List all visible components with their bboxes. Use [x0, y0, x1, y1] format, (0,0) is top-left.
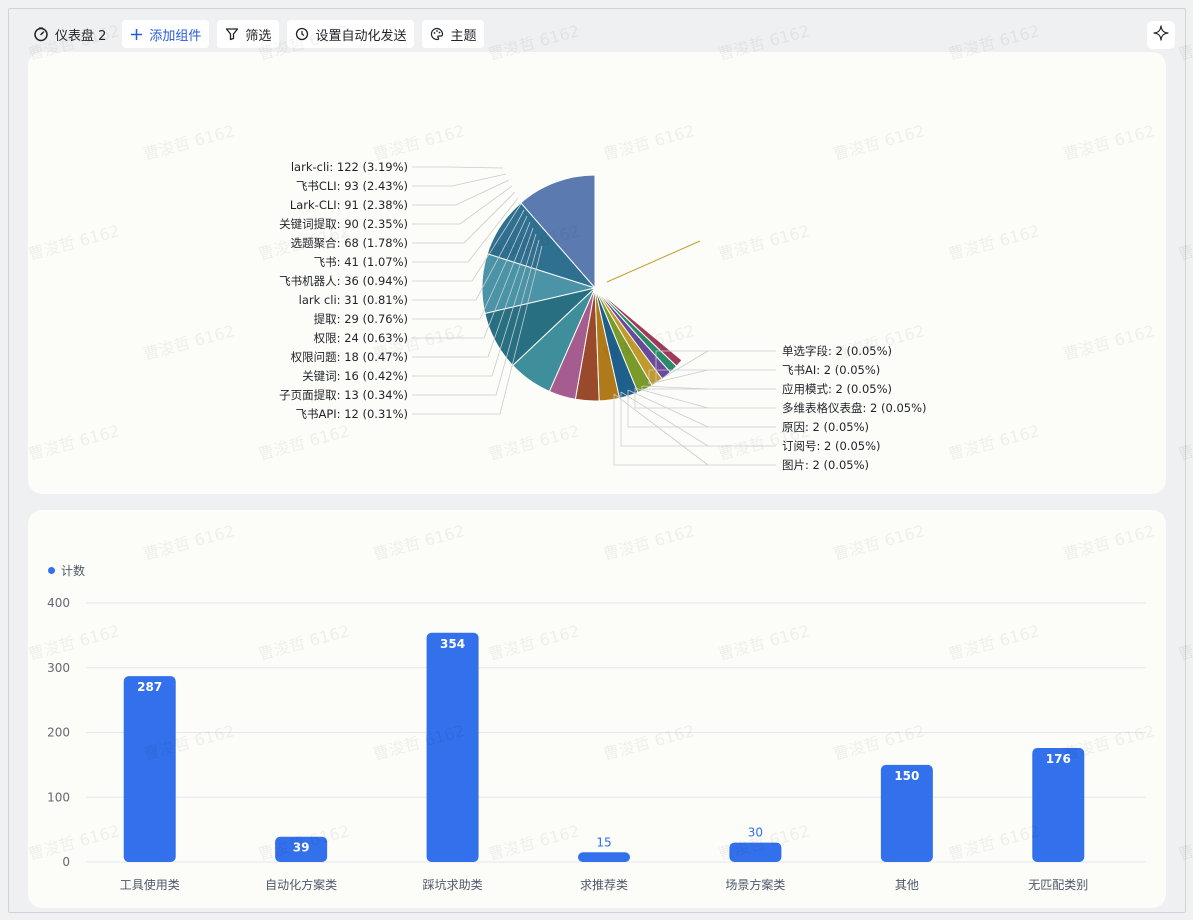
- automation-send-label: 设置自动化发送: [315, 28, 407, 44]
- bar-chart: 0 100 200 300 400 287 工具使用类 39 自动化方案类 354 踩坑求助类 15 求…: [47, 596, 1146, 892]
- y-tick-label: 400: [47, 596, 70, 610]
- pie-label: 选题聚合: 68 (1.78%): [291, 236, 408, 250]
- dashboard-title-button[interactable]: 仪表盘 2: [27, 20, 114, 48]
- automation-send-button[interactable]: 设置自动化发送: [287, 20, 415, 48]
- add-component-button[interactable]: 添加组件: [122, 20, 210, 48]
- pie-leader-line: [412, 166, 504, 169]
- ai-sparkle-button[interactable]: [1147, 21, 1175, 49]
- x-tick-label: 无匹配类别: [1028, 878, 1088, 892]
- pie-label: 提取: 29 (0.76%): [314, 312, 408, 326]
- palette-icon: [430, 27, 444, 41]
- legend-label: 计数: [61, 564, 86, 578]
- bar-chart-card[interactable]: 计数 0 100 200 300 400 287 工具使用类 39 自动化方案类 354 踩坑求助类…: [28, 510, 1166, 908]
- y-tick-label: 300: [47, 661, 70, 675]
- pie-label: 图片: 2 (0.05%): [782, 458, 869, 472]
- bar[interactable]: [729, 842, 782, 862]
- pie-label: 原因: 2 (0.05%): [782, 420, 869, 434]
- pie-label: 关键词: 16 (0.42%): [302, 369, 408, 383]
- pie-label: 关键词提取: 90 (2.35%): [279, 217, 408, 231]
- x-tick-label: 自动化方案类: [265, 877, 337, 892]
- pie-label: 权限: 24 (0.63%): [314, 331, 408, 345]
- pie-left-labels: lark-cli: 122 (3.19%) 飞书CLI: 93 (2.43%) La…: [279, 160, 543, 421]
- y-tick-label: 200: [47, 726, 70, 740]
- theme-label: 主题: [450, 28, 477, 44]
- bar-legend[interactable]: 计数: [48, 562, 85, 579]
- x-tick-label: 踩坑求助类: [423, 877, 483, 892]
- pie-label: 权限问题: 18 (0.47%): [291, 350, 408, 364]
- pie-label: 飞书API: 12 (0.31%): [295, 407, 408, 421]
- bar[interactable]: [123, 676, 176, 862]
- filter-button[interactable]: 筛选: [217, 20, 280, 48]
- x-tick-label: 其他: [895, 878, 919, 892]
- bar[interactable]: [578, 852, 630, 862]
- filter-icon: [225, 27, 239, 41]
- pie-label: lark-cli: 122 (3.19%): [291, 160, 408, 174]
- clock-icon: [295, 27, 309, 41]
- dashboard-icon: [33, 26, 49, 42]
- pie-label: 子页面提取: 13 (0.34%): [279, 388, 408, 402]
- pie-label: 飞书AI: 2 (0.05%): [782, 363, 880, 377]
- pie-label: Lark-CLI: 91 (2.38%): [290, 198, 408, 212]
- dashboard-title: 仪表盘 2: [55, 28, 107, 44]
- bar-value-label: 150: [894, 769, 919, 783]
- bar-value-label: 15: [596, 835, 611, 849]
- pie-chart-card[interactable]: lark-cli: 122 (3.19%) 飞书CLI: 93 (2.43%) La…: [28, 52, 1166, 494]
- sparkle-icon: [1153, 25, 1169, 45]
- pie-label: lark cli: 31 (0.81%): [299, 293, 408, 307]
- pie-label: 飞书机器人: 36 (0.94%): [279, 274, 408, 288]
- filter-label: 筛选: [245, 28, 272, 44]
- legend-dot: [48, 567, 55, 574]
- pie-thin-slice: [606, 240, 701, 283]
- theme-button[interactable]: 主题: [422, 20, 485, 48]
- pie-leader-line: [634, 388, 776, 409]
- y-tick-label: 100: [47, 790, 70, 804]
- dashboard-toolbar: 仪表盘 2 添加组件 筛选 设置自动化发送 主题: [27, 19, 485, 49]
- plus-icon: [130, 28, 143, 41]
- pie-label: 飞书CLI: 93 (2.43%): [296, 179, 408, 193]
- bar[interactable]: [426, 632, 479, 862]
- pie-label: 飞书: 41 (1.07%): [314, 255, 408, 269]
- bar-value-label: 176: [1046, 752, 1071, 766]
- bar-value-label: 354: [440, 637, 465, 651]
- pie-leader-line: [641, 386, 776, 390]
- pie-label: 多维表格仪表盘: 2 (0.05%): [782, 401, 927, 415]
- pie-label: 订阅号: 2 (0.05%): [782, 439, 881, 453]
- x-tick-label: 工具使用类: [120, 877, 180, 892]
- pie-leader-line: [620, 392, 776, 447]
- pie-chart: lark-cli: 122 (3.19%) 飞书CLI: 93 (2.43%) La…: [279, 160, 927, 472]
- pie-label: 单选字段: 2 (0.05%): [782, 344, 892, 358]
- pie-leader-line: [412, 173, 507, 187]
- x-tick-label: 场景方案类: [725, 877, 785, 892]
- y-tick-label: 0: [62, 855, 70, 869]
- pie-label: 应用模式: 2 (0.05%): [782, 382, 892, 396]
- bar-value-label: 30: [748, 826, 763, 840]
- add-component-label: 添加组件: [149, 28, 202, 44]
- x-tick-label: 求推荐类: [580, 878, 628, 892]
- bar-value-label: 287: [137, 680, 162, 694]
- bar-value-label: 39: [293, 841, 310, 855]
